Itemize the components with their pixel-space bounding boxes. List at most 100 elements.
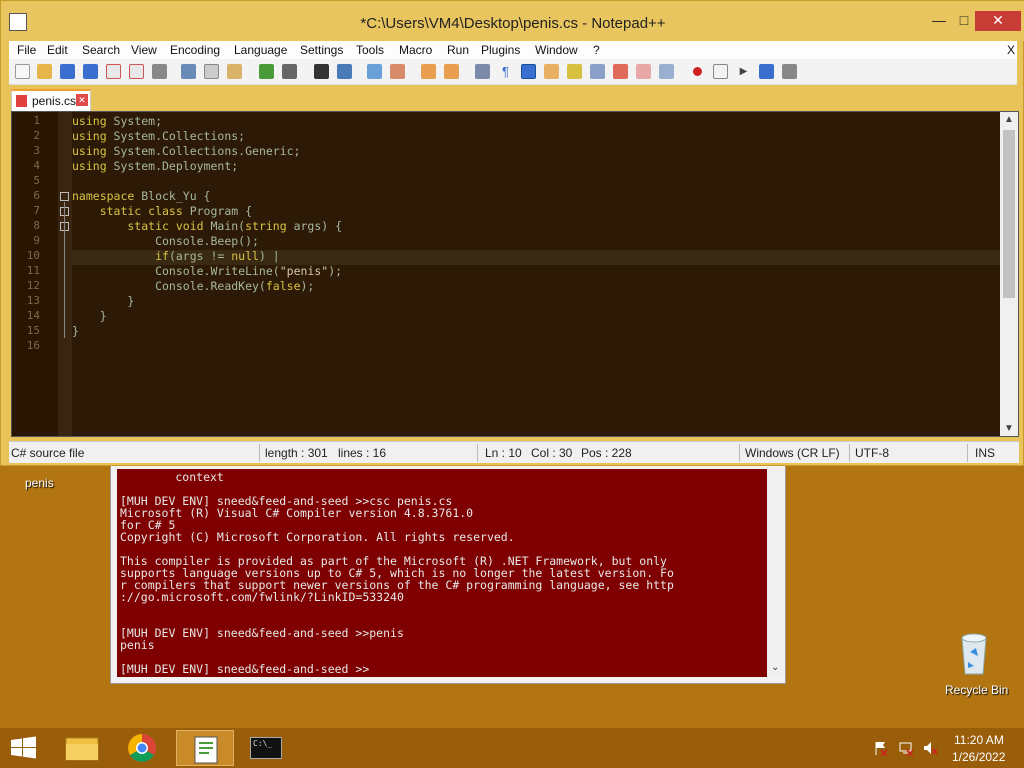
monitoring-icon[interactable] [636, 64, 651, 79]
zoom-out-icon[interactable] [390, 64, 405, 79]
fold-toggle-icon[interactable] [60, 192, 69, 201]
stop-macro-icon[interactable] [713, 64, 728, 79]
udl-icon[interactable] [544, 64, 559, 79]
menu-window[interactable]: Window [535, 43, 578, 57]
code-line-2: using System.Collections; [72, 129, 246, 143]
console-scrollbar[interactable]: ⌄ [767, 469, 785, 677]
maximize-button[interactable]: □ [953, 11, 975, 31]
close-all-icon[interactable] [129, 64, 144, 79]
code-line-6: namespace Block_Yu { [72, 189, 211, 203]
status-divider [259, 444, 260, 462]
open-file-icon[interactable] [37, 64, 52, 79]
word-wrap-icon[interactable] [475, 64, 490, 79]
close-file-icon[interactable] [106, 64, 121, 79]
status-insert-mode[interactable]: INS [975, 446, 995, 460]
command-prompt-taskbar-icon[interactable]: C:\_ [238, 730, 294, 766]
menu-view[interactable]: View [131, 43, 157, 57]
desktop-icon-penis-label[interactable]: penis [25, 476, 54, 490]
run-macro-multiple-icon[interactable] [759, 64, 774, 79]
status-encoding[interactable]: UTF-8 [855, 446, 889, 460]
scroll-down-icon[interactable]: ⌄ [771, 662, 779, 673]
network-icon[interactable] [898, 740, 914, 757]
undo-icon[interactable] [259, 64, 274, 79]
show-all-chars-icon[interactable]: ¶ [498, 64, 513, 79]
menu-edit[interactable]: Edit [47, 43, 68, 57]
menu-help[interactable]: ? [593, 43, 600, 57]
line-number: 16 [26, 339, 40, 352]
doc-map-icon[interactable] [567, 64, 582, 79]
zoom-in-icon[interactable] [367, 64, 382, 79]
menu-plugins[interactable]: Plugins [481, 43, 520, 57]
recycle-bin-label[interactable]: Recycle Bin [945, 683, 1008, 697]
fold-line [64, 202, 65, 338]
cut-icon[interactable] [181, 64, 196, 79]
menu-encoding[interactable]: Encoding [170, 43, 220, 57]
scrollbar-thumb[interactable] [1003, 130, 1015, 298]
tab-penis-cs[interactable]: penis.cs ✕ [11, 89, 91, 111]
menu-tools[interactable]: Tools [356, 43, 384, 57]
title-bar[interactable]: *C:\Users\VM4\Desktop\penis.cs - Notepad… [1, 1, 1024, 41]
volume-muted-icon[interactable] [922, 740, 938, 756]
clock-time[interactable]: 11:20 AM [954, 733, 1004, 747]
editor-vertical-scrollbar[interactable]: ▲ ▼ [1000, 112, 1018, 436]
console-window[interactable]: context [MUH DEV ENV] sneed&feed-and-see… [110, 462, 786, 684]
notepadpp-taskbar-icon[interactable] [176, 730, 234, 766]
save-macro-icon[interactable] [782, 64, 797, 79]
preview-icon[interactable] [659, 64, 674, 79]
redo-icon[interactable] [282, 64, 297, 79]
sync-horizontal-icon[interactable] [444, 64, 459, 79]
line-number: 1 [33, 114, 40, 127]
scroll-down-icon[interactable]: ▼ [1004, 423, 1014, 434]
status-bar: C# source file length : 301 lines : 16 L… [9, 441, 1019, 463]
line-number: 8 [33, 219, 40, 232]
function-list-icon[interactable] [590, 64, 605, 79]
menu-close-doc[interactable]: X [1007, 43, 1015, 57]
record-macro-icon[interactable] [690, 64, 705, 79]
menu-run[interactable]: Run [447, 43, 469, 57]
minimize-button[interactable]: — [926, 11, 952, 31]
find-icon[interactable] [314, 64, 329, 79]
replace-icon[interactable] [337, 64, 352, 79]
print-icon[interactable] [152, 64, 167, 79]
save-all-icon[interactable] [83, 64, 98, 79]
menu-file[interactable]: File [17, 43, 36, 57]
status-eol-format[interactable]: Windows (CR LF) [745, 446, 840, 460]
recycle-bin-icon[interactable] [956, 630, 992, 676]
code-text[interactable]: using System; using System.Collections; … [72, 112, 1000, 436]
paste-icon[interactable] [227, 64, 242, 79]
clock-date[interactable]: 1/26/2022 [952, 750, 1005, 764]
copy-icon[interactable] [204, 64, 219, 79]
save-icon[interactable] [60, 64, 75, 79]
folder-as-workspace-icon[interactable] [613, 64, 628, 79]
start-button[interactable] [0, 730, 48, 766]
menu-search[interactable]: Search [82, 43, 120, 57]
new-file-icon[interactable] [15, 64, 30, 79]
console-output-area[interactable]: context [MUH DEV ENV] sneed&feed-and-see… [117, 469, 767, 677]
console-text: context [MUH DEV ENV] sneed&feed-and-see… [120, 470, 674, 676]
sync-vertical-icon[interactable] [421, 64, 436, 79]
status-divider [849, 444, 850, 462]
action-center-icon[interactable] [874, 740, 888, 757]
status-divider [477, 444, 478, 462]
tab-close-icon[interactable]: ✕ [76, 94, 88, 106]
toolbar: ¶ ▶ [9, 59, 1017, 85]
status-lines: lines : 16 [338, 446, 387, 460]
console-glyph: C:\_ [250, 737, 282, 759]
status-divider [967, 444, 968, 462]
scroll-up-icon[interactable]: ▲ [1004, 114, 1014, 125]
menu-settings[interactable]: Settings [300, 43, 343, 57]
code-line-1: using System; [72, 114, 163, 128]
code-editor[interactable]: 1 2 3 4 5 6 7 8 9 10 11 12 13 14 15 16 u… [11, 111, 1019, 437]
line-number: 13 [26, 294, 40, 307]
indent-guide-icon[interactable] [521, 64, 536, 79]
file-explorer-taskbar-icon[interactable] [54, 730, 110, 766]
chrome-taskbar-icon[interactable] [114, 730, 170, 766]
close-button[interactable]: ✕ [975, 11, 1021, 31]
line-number: 14 [26, 309, 40, 322]
line-number: 15 [26, 324, 40, 337]
play-macro-icon[interactable]: ▶ [736, 64, 751, 79]
status-column: Col : 30 [531, 446, 573, 460]
menu-macro[interactable]: Macro [399, 43, 432, 57]
menu-language[interactable]: Language [234, 43, 287, 57]
fold-margin[interactable] [58, 112, 72, 436]
